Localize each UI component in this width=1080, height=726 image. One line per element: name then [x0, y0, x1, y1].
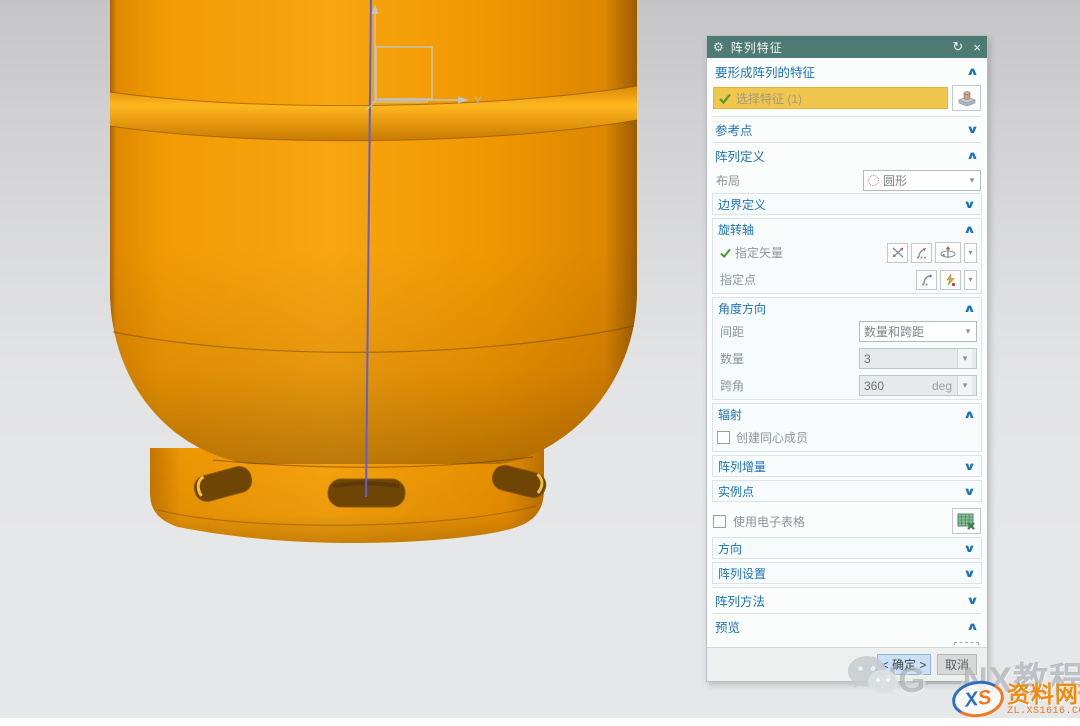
count-dropdown-arrow[interactable]: ▾ — [957, 349, 972, 368]
rotation-axis-header[interactable]: 旋转轴 ∧ — [713, 219, 981, 239]
pattern-feature-dialog: ⚙ 阵列特征 ↻ × 要形成阵列的特征 ∧ 选择特征 (1) — [706, 35, 988, 682]
section-features-to-pattern[interactable]: 要形成阵列的特征 ∧ — [707, 60, 987, 83]
pattern-increment-header[interactable]: 阵列增量 ∨ — [713, 456, 981, 476]
unit-label: deg — [932, 379, 954, 393]
chevron-down-icon[interactable]: ∨ — [963, 460, 976, 473]
chevron-down-icon[interactable]: ∨ — [963, 485, 976, 498]
chevron-up-icon[interactable]: ∧ — [963, 408, 976, 421]
rotation-axis-vector-button[interactable] — [935, 242, 961, 263]
inferred-point-button[interactable] — [940, 270, 961, 290]
panel-angular-direction: 角度方向 ∧ 间距 数量和跨距 ▾ 数量 3 ▾ 跨角 360 — [712, 297, 982, 400]
dropdown-arrow-icon: ▾ — [961, 326, 974, 337]
chevron-down-icon[interactable]: ∨ — [966, 594, 979, 607]
count-field[interactable]: 3 ▾ — [859, 348, 977, 369]
gear-icon: ⚙ — [713, 40, 724, 54]
panel-pattern-increment: 阵列增量 ∨ — [712, 455, 982, 477]
select-feature-field[interactable]: 选择特征 (1) — [713, 87, 948, 109]
panel-boundary-definition: 边界定义 ∨ — [712, 193, 982, 215]
count-label: 数量 — [720, 350, 744, 367]
xs-logo-name: 资料网 — [1007, 682, 1080, 706]
circular-layout-icon — [868, 175, 879, 186]
panel-radiate: 辐射 ∧ 创建同心成员 — [712, 403, 982, 452]
two-point-vector-button[interactable] — [887, 243, 908, 263]
boss-feature-icon — [957, 89, 977, 107]
section-reference-point[interactable]: 参考点 ∨ — [707, 118, 987, 141]
section-pattern-method[interactable]: 阵列方法 ∨ — [707, 589, 987, 612]
lightning-icon — [944, 273, 957, 287]
orientation-header[interactable]: 方向 ∨ — [713, 538, 981, 558]
radiate-header[interactable]: 辐射 ∧ — [713, 404, 981, 424]
angular-direction-header[interactable]: 角度方向 ∧ — [713, 298, 981, 318]
instance-points-header[interactable]: 实例点 ∨ — [713, 481, 981, 501]
chevron-up-icon[interactable]: ∧ — [966, 65, 979, 78]
span-angle-field[interactable]: 360 deg ▾ — [859, 375, 977, 396]
spreadsheet-button[interactable] — [952, 508, 981, 534]
layout-label: 布局 — [713, 172, 859, 189]
section-pattern-definition[interactable]: 阵列定义 ∧ — [707, 144, 987, 167]
dialog-titlebar[interactable]: ⚙ 阵列特征 ↻ × — [707, 36, 987, 58]
vector-dialog-button[interactable] — [911, 243, 932, 263]
spreadsheet-icon — [957, 513, 976, 530]
check-icon — [719, 93, 731, 104]
span-dropdown-arrow[interactable]: ▾ — [957, 376, 972, 395]
point-options-dropdown[interactable]: ▾ — [964, 270, 977, 290]
use-spreadsheet-checkbox[interactable] — [713, 515, 726, 528]
xs-logo-oval: XS — [950, 678, 1007, 721]
chevron-up-icon[interactable]: ∧ — [963, 302, 976, 315]
reset-icon[interactable]: ↻ — [953, 39, 964, 55]
xs-logo-url: ZL.XS1616.COM — [1007, 706, 1080, 717]
axis-vector-icon — [939, 245, 957, 260]
close-icon[interactable]: × — [973, 40, 981, 55]
check-icon — [720, 248, 731, 258]
panel-orientation: 方向 ∨ — [712, 537, 982, 559]
pattern-settings-header[interactable]: 阵列设置 ∨ — [713, 563, 981, 583]
chevron-up-icon[interactable]: ∧ — [966, 620, 979, 633]
create-concentric-label: 创建同心成员 — [736, 429, 808, 446]
panel-pattern-settings: 阵列设置 ∨ — [712, 562, 982, 584]
section-preview[interactable]: 预览 ∧ — [707, 615, 987, 638]
specify-point-label: 指定点 — [717, 271, 913, 288]
span-angle-label: 跨角 — [720, 377, 744, 394]
vector-dialog-icon — [915, 246, 929, 259]
feature-boss-button[interactable] — [952, 85, 981, 111]
axis-label-y: Y — [474, 94, 482, 108]
dialog-title: 阵列特征 — [731, 39, 943, 56]
vector-options-dropdown[interactable]: ▾ — [964, 243, 977, 263]
point-dialog-button[interactable] — [916, 270, 937, 290]
spacing-dropdown[interactable]: 数量和跨距 ▾ — [859, 321, 977, 342]
chevron-down-icon[interactable]: ∨ — [966, 123, 979, 136]
wechat-icon — [843, 650, 903, 706]
xs-site-logo: XS 资料网 ZL.XS1616.COM — [952, 672, 1080, 726]
chevron-up-icon[interactable]: ∧ — [966, 149, 979, 162]
cylinder-body[interactable] — [110, 0, 637, 467]
crossed-arrows-icon — [891, 246, 905, 259]
boundary-definition-header[interactable]: 边界定义 ∨ — [713, 194, 981, 214]
panel-instance-points: 实例点 ∨ — [712, 480, 982, 502]
bottom-white-strip — [0, 718, 1080, 726]
layout-dropdown[interactable]: 圆形 ▾ — [863, 170, 981, 191]
panel-rotation-axis: 旋转轴 ∧ 指定矢量 — [712, 218, 982, 294]
chevron-down-icon[interactable]: ∨ — [963, 567, 976, 580]
dropdown-arrow-icon: ▾ — [965, 175, 978, 186]
chevron-up-icon[interactable]: ∧ — [963, 223, 976, 236]
specify-vector-label: 指定矢量 — [717, 244, 884, 261]
point-dialog-icon — [920, 273, 934, 286]
create-concentric-checkbox[interactable] — [717, 431, 730, 444]
chevron-down-icon[interactable]: ∨ — [963, 542, 976, 555]
spacing-label: 间距 — [720, 323, 744, 340]
use-spreadsheet-label: 使用电子表格 — [730, 513, 948, 530]
chevron-down-icon[interactable]: ∨ — [963, 198, 976, 211]
